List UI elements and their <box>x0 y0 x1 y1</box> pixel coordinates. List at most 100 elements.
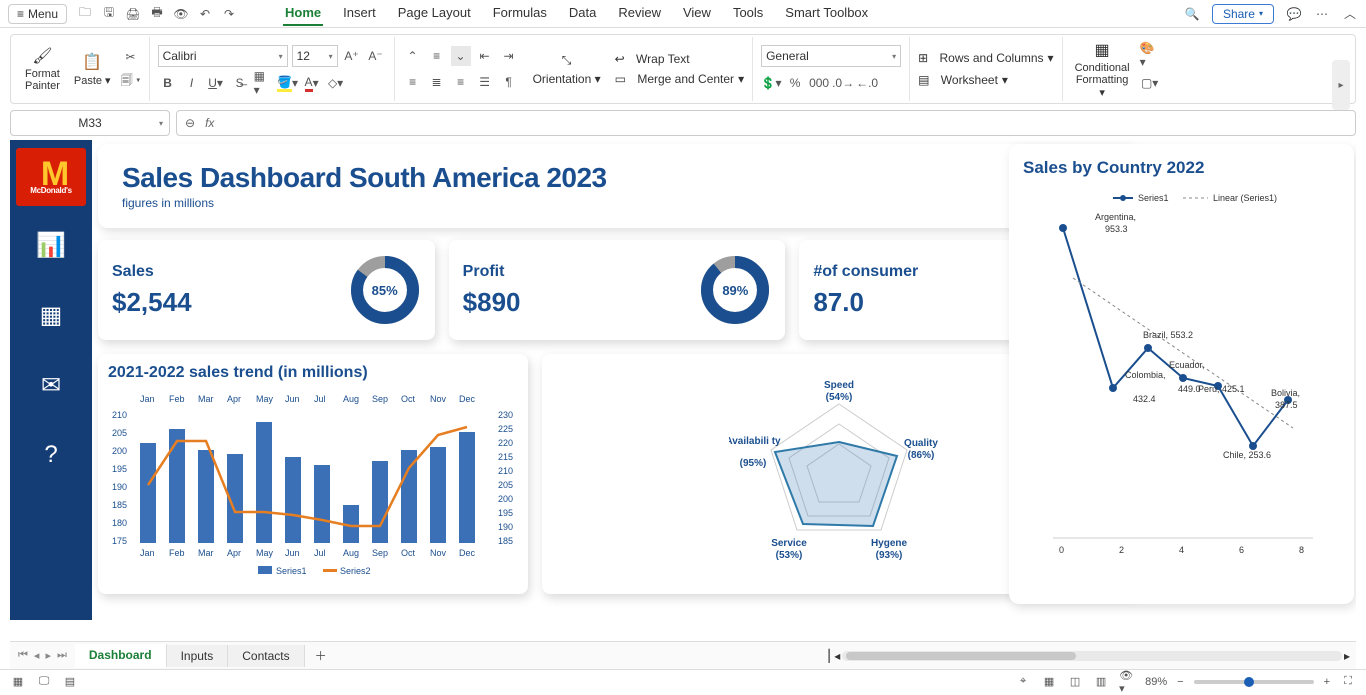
share-button[interactable]: Share ▾ <box>1212 4 1274 24</box>
tab-page-layout[interactable]: Page Layout <box>396 1 473 26</box>
presentation-icon[interactable]: 📊 <box>34 228 68 262</box>
font-family-select[interactable]: Calibri▾ <box>158 45 288 67</box>
paste-button[interactable]: 📋Paste ▾ <box>70 50 115 89</box>
worksheet-button[interactable]: ▤ Worksheet ▾ <box>918 73 1053 87</box>
horizontal-scrollbar[interactable]: ⎮ ◂ ▸ <box>826 649 1356 663</box>
increase-decimal-button[interactable]: .0→ <box>833 73 853 93</box>
currency-button[interactable]: 💲▾ <box>761 73 781 93</box>
tab-review[interactable]: Review <box>616 1 663 26</box>
sheet-tab-dashboard[interactable]: Dashboard <box>75 644 167 668</box>
font-size-select[interactable]: 12▾ <box>292 45 338 67</box>
export-icon[interactable]: 🖨 <box>125 6 141 22</box>
fill-color-button[interactable]: 🪣▾ <box>278 73 298 93</box>
zoom-slider[interactable] <box>1194 680 1314 684</box>
percent-button[interactable]: % <box>785 73 805 93</box>
merge-center-button[interactable]: ▭ Merge and Center ▾ <box>615 72 744 86</box>
comma-button[interactable]: 000 <box>809 73 829 93</box>
zoom-level[interactable]: 89% <box>1145 676 1167 688</box>
prev-sheet-icon[interactable]: ◂ <box>34 649 40 662</box>
rows-columns-button[interactable]: ⊞ Rows and Columns ▾ <box>918 51 1053 65</box>
first-sheet-icon[interactable]: ⏮ <box>18 649 28 662</box>
view-reading-icon[interactable]: 👁▾ <box>1119 674 1135 690</box>
tab-insert[interactable]: Insert <box>341 1 378 26</box>
italic-button[interactable]: I <box>182 73 202 93</box>
copy-button[interactable]: 🗐 ▾ <box>121 71 141 91</box>
zoom-in-button[interactable]: + <box>1324 676 1330 688</box>
strikethrough-button[interactable]: S̶ <box>230 73 250 93</box>
underline-button[interactable]: U ▾ <box>206 73 226 93</box>
formula-bar[interactable]: ⊖ fx <box>176 110 1356 136</box>
ribbon-expand-button[interactable]: ▸ <box>1332 60 1350 110</box>
align-top-icon[interactable]: ⌃ <box>403 46 423 66</box>
status-view3-icon[interactable]: ▤ <box>62 674 78 690</box>
font-color-button[interactable]: A▾ <box>302 73 322 93</box>
print-preview-icon[interactable]: 👁 <box>173 6 189 22</box>
search-icon[interactable]: 🔍 <box>1184 6 1200 22</box>
menu-button[interactable]: ≡ Menu <box>8 4 67 24</box>
help-icon[interactable]: ? <box>34 438 68 472</box>
status-bar: ▦ 🖵 ▤ ⌖ ▦ ◫ ▥ 👁▾ 89% − + ⛶ <box>0 669 1366 693</box>
fullscreen-icon[interactable]: ⛶ <box>1340 674 1356 690</box>
orientation-button[interactable]: Orientation ▾ <box>533 72 601 86</box>
align-center-icon[interactable]: ≣ <box>427 72 447 92</box>
add-sheet-button[interactable]: ＋ <box>305 643 337 668</box>
status-view2-icon[interactable]: 🖵 <box>36 674 52 690</box>
format-painter-button[interactable]: 🖌Format Painter <box>21 44 64 94</box>
table-icon[interactable]: ▦ <box>34 298 68 332</box>
svg-text:2: 2 <box>1119 545 1124 555</box>
more-icon[interactable]: ⋯ <box>1314 6 1330 22</box>
comments-icon[interactable]: 💬 <box>1286 6 1302 22</box>
next-sheet-icon[interactable]: ▸ <box>45 649 51 662</box>
tab-tools[interactable]: Tools <box>731 1 765 26</box>
number-format-select[interactable]: General▾ <box>761 45 901 67</box>
borders-button[interactable]: ▦ ▾ <box>254 73 274 93</box>
view-normal-icon[interactable]: ▦ <box>1041 674 1057 690</box>
wrap-text-button[interactable]: ↩ Wrap Text <box>615 52 744 66</box>
decrease-decimal-button[interactable]: ←.0 <box>857 73 877 93</box>
zoom-out-button[interactable]: − <box>1177 676 1183 688</box>
save-icon[interactable]: 🖫 <box>101 6 117 22</box>
cancel-formula-icon[interactable]: ⊖ <box>185 116 195 130</box>
increase-indent-icon[interactable]: ⇥ <box>499 46 519 66</box>
sheet-tab-contacts[interactable]: Contacts <box>228 645 304 667</box>
tab-data[interactable]: Data <box>567 1 598 26</box>
scroll-left-icon[interactable]: ◂ <box>834 649 840 663</box>
sheet-tab-inputs[interactable]: Inputs <box>167 645 229 667</box>
status-view1-icon[interactable]: ▦ <box>10 674 26 690</box>
print-icon[interactable]: 🖶 <box>149 6 165 22</box>
view-pagelayout-icon[interactable]: ▥ <box>1093 674 1109 690</box>
scroll-split-icon[interactable]: ⎮ <box>826 649 832 663</box>
conditional-formatting-button[interactable]: ▦Conditional Formatting ▾ <box>1071 38 1134 101</box>
view-pagebreak-icon[interactable]: ◫ <box>1067 674 1083 690</box>
format-button[interactable]: ▢▾ <box>1140 73 1160 93</box>
cell-styles-button[interactable]: 🎨▾ <box>1140 45 1160 65</box>
align-middle-icon[interactable]: ≡ <box>427 46 447 66</box>
scroll-right-icon[interactable]: ▸ <box>1344 649 1350 663</box>
bold-button[interactable]: B <box>158 73 178 93</box>
increase-font-icon[interactable]: A⁺ <box>342 46 362 66</box>
align-right-icon[interactable]: ≡ <box>451 72 471 92</box>
redo-icon[interactable]: ↷ <box>221 6 237 22</box>
svg-text:205: 205 <box>498 480 513 490</box>
rtl-icon[interactable]: ¶ <box>499 72 519 92</box>
align-justify-icon[interactable]: ☰ <box>475 72 495 92</box>
clear-format-button[interactable]: ◇▾ <box>326 73 346 93</box>
last-sheet-icon[interactable]: ⏭ <box>57 649 67 662</box>
collapse-ribbon-icon[interactable]: ︿ <box>1342 6 1358 22</box>
focus-cell-icon[interactable]: ⌖ <box>1015 674 1031 690</box>
undo-icon[interactable]: ↶ <box>197 6 213 22</box>
open-icon[interactable]: 🗀 <box>77 6 93 22</box>
svg-text:Aug: Aug <box>343 394 359 404</box>
tab-formulas[interactable]: Formulas <box>491 1 549 26</box>
tab-smart-toolbox[interactable]: Smart Toolbox <box>783 1 870 26</box>
align-left-icon[interactable]: ≡ <box>403 72 423 92</box>
align-bottom-icon[interactable]: ⌄ <box>451 46 471 66</box>
cut-button[interactable]: ✂ <box>121 47 141 67</box>
mail-icon[interactable]: ✉ <box>34 368 68 402</box>
tab-view[interactable]: View <box>681 1 713 26</box>
decrease-indent-icon[interactable]: ⇤ <box>475 46 495 66</box>
name-box[interactable]: M33▾ <box>10 110 170 136</box>
tab-home[interactable]: Home <box>283 1 323 26</box>
sales-trend-chart: 2021-2022 sales trend (in millions) 2102… <box>98 354 528 594</box>
decrease-font-icon[interactable]: A⁻ <box>366 46 386 66</box>
